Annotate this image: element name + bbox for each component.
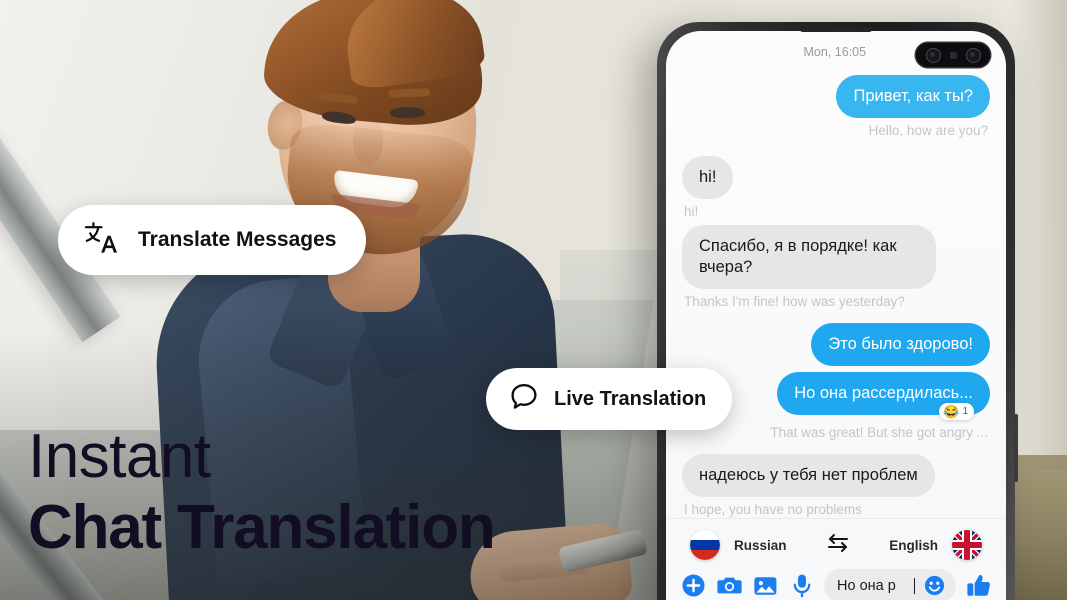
russia-flag-icon bbox=[690, 530, 720, 560]
target-language-label: English bbox=[889, 537, 938, 553]
target-language-selector[interactable]: English bbox=[889, 530, 982, 560]
message-bubble[interactable]: Привет, как ты? bbox=[836, 75, 990, 118]
sensor-icon bbox=[949, 51, 957, 59]
power-button[interactable] bbox=[1014, 414, 1018, 482]
laughing-emoji-icon: 😂 bbox=[943, 404, 960, 419]
smiley-icon[interactable] bbox=[921, 572, 948, 599]
camera-cutout bbox=[916, 43, 990, 67]
feature-pill-label: Live Translation bbox=[554, 387, 707, 410]
camera-lens-icon bbox=[965, 47, 981, 63]
gallery-icon[interactable] bbox=[752, 572, 779, 599]
message-row: hi! hi! bbox=[682, 156, 990, 219]
message-translation: Thanks I'm fine! how was yesterday? bbox=[684, 294, 905, 309]
message-row: надеюсь у тебя нет проблем I hope, you h… bbox=[682, 454, 990, 517]
composer-bar: Russian English Но она р bbox=[666, 518, 1006, 600]
phone-screen: Mon, 16:05 Привет, как ты? Hello, how ar… bbox=[666, 31, 1006, 600]
swap-arrows-icon[interactable] bbox=[826, 532, 850, 559]
headline-line-2: Chat Translation bbox=[28, 493, 496, 562]
source-language-selector[interactable]: Russian bbox=[690, 530, 787, 560]
camera-lens-icon bbox=[925, 47, 941, 63]
camera-icon[interactable] bbox=[716, 572, 743, 599]
wall-shadow bbox=[1010, 0, 1067, 470]
uk-flag-icon bbox=[951, 530, 982, 560]
feature-pill-label: Translate Messages bbox=[138, 228, 337, 251]
message-row: Спасибо, я в порядке! как вчера? Thanks … bbox=[682, 225, 990, 309]
message-input-value: Но она р bbox=[837, 577, 896, 594]
earpiece-speaker bbox=[800, 27, 872, 32]
chat-thread[interactable]: Привет, как ты? Hello, how are you? hi! … bbox=[666, 75, 1006, 535]
message-reaction-badge[interactable]: 😂 1 bbox=[939, 403, 974, 420]
speech-bubble-icon bbox=[508, 381, 540, 418]
message-input-row: Но она р bbox=[680, 569, 992, 600]
thumbs-up-icon[interactable] bbox=[965, 572, 992, 599]
message-bubble[interactable]: hi! bbox=[682, 156, 734, 199]
message-row: Привет, как ты? Hello, how are you? bbox=[682, 75, 990, 138]
feature-pill-live-translation[interactable]: Live Translation bbox=[486, 368, 733, 430]
message-translation: hi! bbox=[684, 204, 699, 219]
plus-icon[interactable] bbox=[680, 572, 707, 599]
message-bubble[interactable]: надеюсь у тебя нет проблем bbox=[682, 454, 935, 497]
headline-line-1: Instant bbox=[28, 422, 211, 491]
message-translation: I hope, you have no problems bbox=[684, 502, 862, 517]
phone-mockup: Mon, 16:05 Привет, как ты? Hello, how ar… bbox=[657, 22, 1018, 600]
status-time: Mon, 16:05 bbox=[803, 45, 867, 59]
message-bubble[interactable]: Спасибо, я в порядке! как вчера? bbox=[682, 225, 936, 289]
reaction-count: 1 bbox=[962, 406, 968, 417]
feature-pill-translate-messages[interactable]: Translate Messages bbox=[58, 205, 367, 275]
text-caret bbox=[914, 577, 915, 594]
message-translation: That was great! But she got angry ... bbox=[770, 425, 988, 440]
message-input-field[interactable]: Но она р bbox=[824, 569, 956, 600]
message-row: Это было здорово! bbox=[682, 323, 990, 366]
message-bubble[interactable]: Это было здорово! bbox=[811, 323, 990, 366]
translate-icon bbox=[84, 221, 120, 260]
source-language-label: Russian bbox=[734, 537, 787, 553]
message-translation: Hello, how are you? bbox=[868, 123, 988, 138]
status-bar: Mon, 16:05 bbox=[666, 31, 1006, 75]
microphone-icon[interactable] bbox=[788, 572, 815, 599]
language-selector-row: Russian English bbox=[680, 528, 992, 569]
promo-screenshot: Instant Chat Translation Translate Messa… bbox=[0, 0, 1067, 600]
page-title: Instant Chat Translation bbox=[28, 422, 496, 564]
